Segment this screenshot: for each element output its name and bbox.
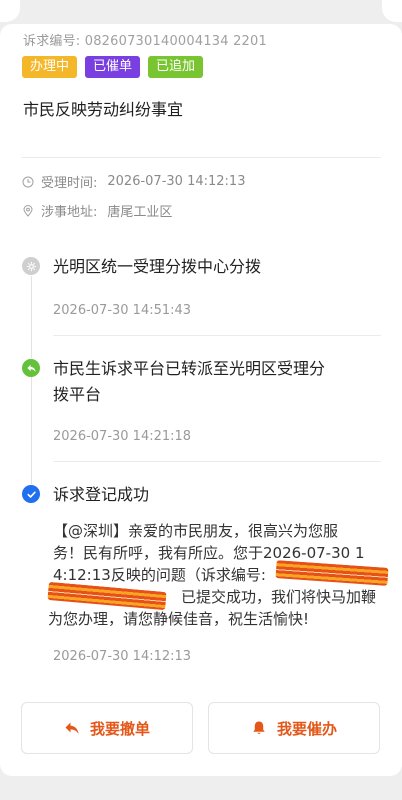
divider (21, 157, 381, 158)
timeline-connector (31, 276, 32, 358)
previous-card-edge (0, 0, 20, 22)
address-value: 唐尾工业区 (107, 205, 173, 220)
timeline-connector (31, 377, 32, 484)
timeline-dot (22, 359, 40, 377)
withdraw-button[interactable]: 我要撤单 (21, 702, 193, 754)
timeline-item-title: 光明区统一受理分拨中心分拨 (53, 257, 262, 276)
status-tags: 办理中 已催单 已追加 (22, 56, 204, 78)
status-badge-urged: 已催单 (85, 56, 141, 78)
reply-icon (26, 364, 36, 372)
clock-icon (22, 176, 34, 187)
previous-card-edge (382, 0, 402, 22)
case-number-value: 08260730140004134 2201 (84, 34, 267, 49)
address-row: 涉事地址: 唐尾工业区 (22, 201, 172, 220)
withdraw-button-label: 我要撤单 (89, 719, 150, 738)
bell-icon (253, 721, 265, 734)
message-line: 为您办理，请您静候佳音，祝生活愉快! (48, 610, 310, 628)
urge-button-label: 我要催办 (276, 719, 337, 738)
timeline-item-title: 诉求登记成功 (53, 485, 150, 504)
message-line: 4:12:13反映的问题（诉求编号: (53, 566, 266, 584)
timeline-item-time: 2026-07-30 14:12:13 (53, 649, 192, 664)
check-icon (26, 490, 36, 498)
undo-icon (65, 722, 79, 734)
urge-button[interactable]: 我要催办 (208, 702, 380, 754)
message-line: 务！民有所呼，我有所应。您于2026-07-30 1 (53, 544, 365, 562)
divider (53, 461, 381, 462)
accept-time-value: 2026-07-30 14:12:13 (107, 174, 246, 189)
timeline-item-title: 市民生诉求平台已转派至光明区受理分 (53, 359, 326, 378)
top-strip (0, 0, 402, 22)
case-number-label: 诉求编号: (23, 34, 81, 49)
timeline-item-time: 2026-07-30 14:21:18 (53, 429, 192, 444)
timeline-item-title-cont: 拨平台 (53, 385, 102, 404)
divider (53, 335, 381, 336)
timeline-dot (22, 485, 40, 503)
status-badge-added: 已追加 (148, 56, 204, 78)
accept-time-label: 受理时间: (41, 176, 98, 191)
message-line: 【@深圳】亲爱的市民朋友，很高兴为您服 (53, 522, 339, 540)
address-label: 涉事地址: (41, 205, 98, 220)
accept-time-row: 受理时间: 2026-07-30 14:12:13 (22, 172, 245, 191)
location-pin-icon (23, 204, 33, 217)
timeline-dot (22, 257, 40, 275)
message-line: 已提交成功，我们将快马加鞭 (181, 588, 377, 606)
status-badge-processing: 办理中 (22, 56, 78, 78)
gear-icon (26, 261, 36, 271)
case-title: 市民反映劳动纠纷事宜 (23, 100, 184, 119)
timeline-item-time: 2026-07-30 14:51:43 (53, 303, 192, 318)
case-number: 诉求编号: 08260730140004134 2201 (23, 30, 267, 49)
